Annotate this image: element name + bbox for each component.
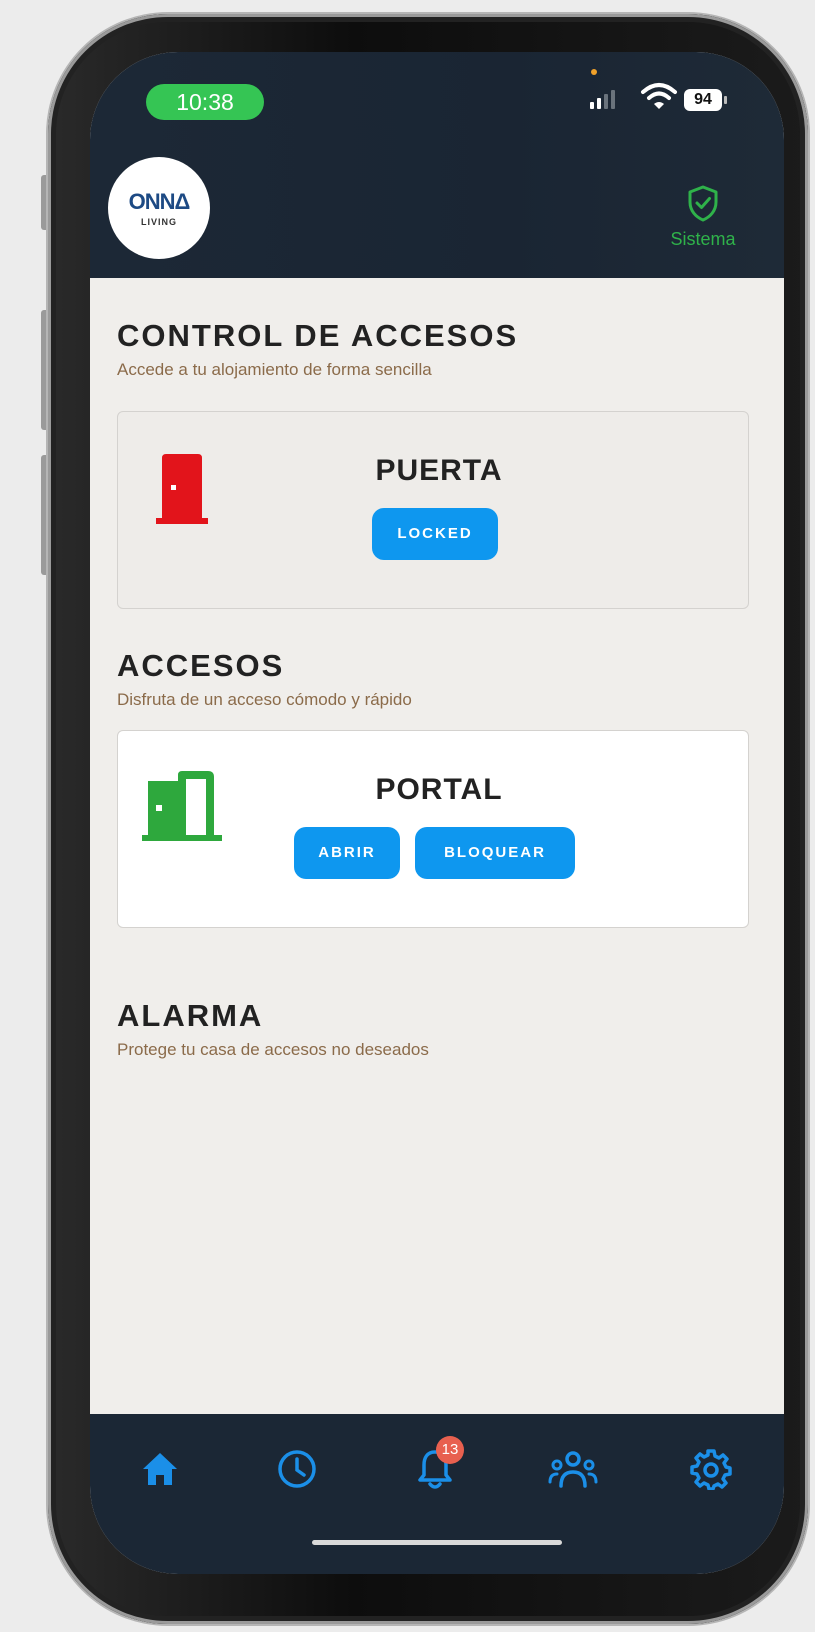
home-indicator <box>312 1540 562 1545</box>
logo-subtext: LIVING <box>140 217 177 227</box>
logo-text: ONNΔ <box>128 189 191 214</box>
open-button[interactable]: ABRIR <box>294 827 400 879</box>
lock-button[interactable]: BLOQUEAR <box>415 827 575 879</box>
wifi-icon <box>641 83 677 109</box>
section-title-alarma: ALARMA <box>117 998 264 1033</box>
card-title-puerta: PUERTA <box>375 454 503 487</box>
nav-settings[interactable] <box>686 1444 736 1494</box>
section-subtitle-alarma: Protege tu casa de accesos no deseados <box>117 1040 429 1059</box>
nav-users[interactable] <box>548 1444 598 1494</box>
home-icon <box>143 1453 177 1485</box>
onna-living-logo[interactable]: ONNΔ LIVING <box>108 157 210 259</box>
notification-badge: 13 <box>436 1436 464 1464</box>
app-screen: 10:38 94 ONNΔ LIVING Sistema CONTROL DE … <box>90 52 784 1574</box>
app-header: 10:38 94 ONNΔ LIVING Sistema <box>90 52 784 278</box>
system-status-button[interactable]: Sistema <box>658 184 748 250</box>
card-title-portal: PORTAL <box>375 773 503 806</box>
section-title-control: CONTROL DE ACCESOS <box>117 318 519 353</box>
users-icon <box>548 1451 598 1488</box>
nav-history[interactable] <box>272 1444 322 1494</box>
section-subtitle-control: Accede a tu alojamiento de forma sencill… <box>117 360 432 379</box>
status-time: 10:38 <box>146 84 264 120</box>
system-label: Sistema <box>670 229 736 249</box>
battery-icon: 94 <box>684 89 727 111</box>
locked-status-button[interactable]: LOCKED <box>372 508 498 560</box>
gear-icon <box>690 1449 732 1490</box>
section-subtitle-accesos: Disfruta de un acceso cómodo y rápido <box>117 690 412 709</box>
door-card-puerta: PUERTA LOCKED <box>117 411 749 609</box>
clock-icon <box>278 1450 316 1488</box>
section-title-accesos: ACCESOS <box>117 648 285 683</box>
nav-notifications[interactable]: 13 <box>410 1436 464 1494</box>
privacy-indicator <box>591 69 597 75</box>
shield-check-icon <box>688 185 718 222</box>
cellular-signal-icon <box>590 90 615 109</box>
door-card-portal: PORTAL ABRIR BLOQUEAR <box>117 730 749 928</box>
bottom-navigation: 13 <box>90 1414 784 1574</box>
nav-home[interactable] <box>135 1444 185 1494</box>
